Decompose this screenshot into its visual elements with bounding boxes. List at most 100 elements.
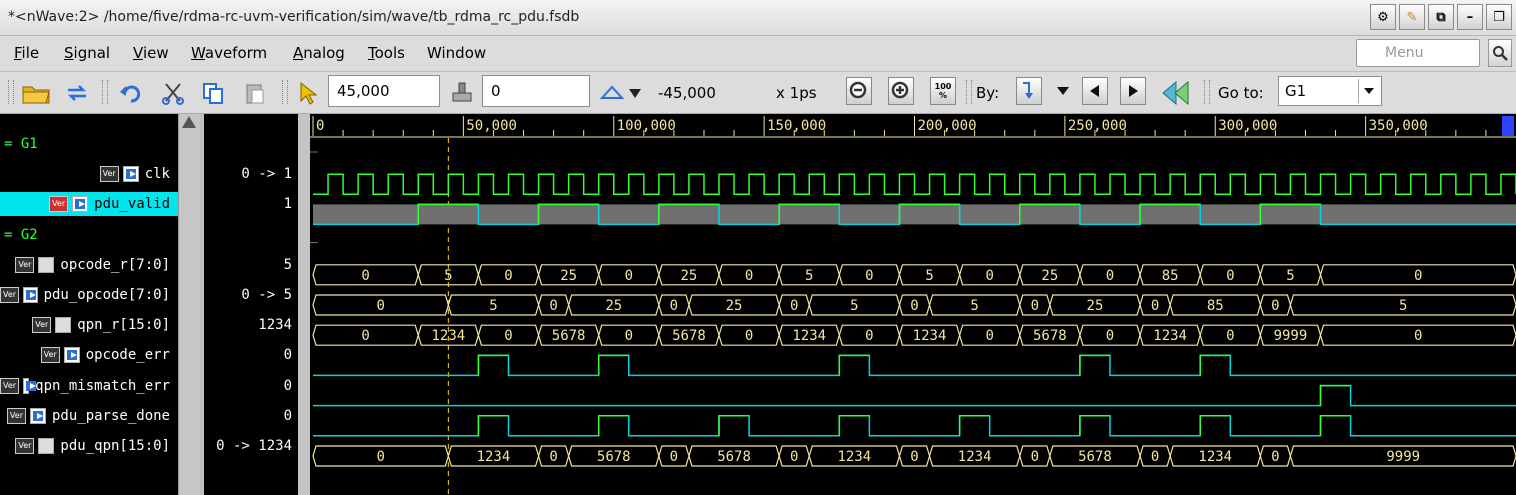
pdu-valid-fill	[313, 204, 1516, 225]
marker-time-value: 0	[491, 82, 501, 100]
ruler-label: 0	[316, 118, 324, 134]
signal-name-pane: = G1 Ver clk Ver pdu_valid = G2 Ver opcode_r[7:…	[0, 114, 178, 495]
signal-value: 0	[283, 377, 292, 394]
marker-time-field[interactable]: 0	[482, 75, 590, 107]
bus-value-label: 0	[1106, 268, 1114, 284]
bus-value-label: 5	[489, 298, 497, 314]
signal-row[interactable]: Ver qpn_r[15:0]	[0, 313, 178, 337]
signal-value: 0 -> 1	[241, 166, 292, 183]
verilog-icon: Ver	[49, 196, 69, 213]
signal-row[interactable]: Ver clk	[0, 162, 178, 186]
menu-waveform-label: aveform	[204, 44, 268, 62]
bus-value-label: 0	[549, 449, 557, 465]
bus-value-label: 25	[605, 298, 622, 314]
bus-value-label: 0	[361, 268, 369, 284]
signal-name: opcode_r[7:0]	[60, 256, 170, 273]
bus-value-label: 0	[1106, 328, 1114, 344]
signal-value: 0	[283, 347, 292, 364]
port-direction-icon	[38, 256, 55, 273]
menu-view[interactable]: View	[133, 44, 169, 62]
signal-value: 1	[283, 196, 292, 213]
waveform-pane[interactable]: 0 50,000 100,000 150,000 200,000 250,000 300,0…	[310, 114, 1516, 495]
menu-analog[interactable]: Analog	[293, 44, 345, 62]
waveform-canvas[interactable]: 0 50,000 100,000 150,000 200,000 250,000 300,0…	[310, 114, 1516, 495]
copy-icon[interactable]	[198, 79, 228, 107]
menu-signal[interactable]: Signal	[64, 44, 110, 62]
pin-icon[interactable]: ✎	[1399, 4, 1425, 30]
bus-value-label: 0	[1226, 268, 1234, 284]
bus-value-label: 5678	[552, 328, 586, 344]
signal-row[interactable]: Ver opcode_err	[0, 343, 178, 367]
signal-row[interactable]: Ver qpn_mismatch_err	[0, 374, 178, 398]
chevron-down-icon	[1358, 79, 1379, 103]
bus-value-label: 0	[1414, 268, 1422, 284]
open-folder-icon[interactable]	[20, 79, 52, 107]
menu-window-label: Window	[427, 44, 487, 62]
bus-value-label: 0	[790, 298, 798, 314]
toolbar-grip-4	[966, 80, 972, 104]
bus-value-label: 0	[670, 449, 678, 465]
toolbar-grip-3	[282, 80, 288, 104]
gear-icon[interactable]: ⚙	[1370, 4, 1396, 30]
menu-tools[interactable]: Tools	[368, 44, 405, 62]
goto-bookmark-icon[interactable]	[1158, 79, 1194, 107]
search-forward-icon[interactable]	[1120, 77, 1146, 105]
goto-select[interactable]: G1	[1278, 76, 1382, 106]
minimize-icon[interactable]: –	[1457, 4, 1483, 30]
menu-window[interactable]: Window	[427, 44, 486, 62]
menu-search-input[interactable]: Menu	[1356, 39, 1480, 67]
undo-icon[interactable]	[116, 79, 146, 107]
bus-value-label: 0	[790, 449, 798, 465]
signal-name: pdu_opcode[7:0]	[43, 287, 170, 303]
signal-row[interactable]: Ver pdu_parse_done	[0, 404, 178, 428]
ruler-label: 50,000	[466, 118, 517, 134]
tile-icon[interactable]: ⧉	[1428, 4, 1454, 30]
pointer-icon[interactable]	[294, 79, 320, 107]
marker-icon[interactable]	[448, 79, 476, 107]
delta-icon[interactable]	[598, 79, 648, 107]
bus-value-label: 5678	[597, 449, 631, 465]
search-by-icon[interactable]	[1016, 77, 1042, 105]
signal-row[interactable]: Ver pdu_valid	[0, 192, 178, 217]
ruler-label: 200,000	[918, 118, 977, 134]
port-direction-icon	[23, 377, 37, 394]
bus-value-label: 0	[745, 268, 753, 284]
window-title: *<nWave:2> /home/five/rdma-rc-uvm-verifi…	[8, 9, 580, 25]
signal-row[interactable]: Ver pdu_qpn[15:0]	[0, 434, 178, 458]
vertical-scrollbar[interactable]	[178, 114, 200, 495]
signal-group-label: = G2	[4, 226, 38, 243]
bus-value-label: 0	[361, 328, 369, 344]
zoom-in-icon[interactable]	[888, 77, 914, 105]
signal-group[interactable]: = G1	[4, 132, 38, 156]
ruler-label: 100,000	[617, 118, 676, 134]
bus-value-label: 0	[376, 298, 384, 314]
menu-tools-mnemonic: T	[368, 44, 375, 62]
cursor-time-field[interactable]: 45,000	[328, 75, 440, 107]
cut-icon[interactable]	[158, 79, 188, 107]
pane-divider-2[interactable]	[298, 114, 310, 495]
signal-row[interactable]: Ver pdu_opcode[7:0]	[0, 283, 178, 307]
menu-file[interactable]: File	[14, 44, 39, 62]
scroll-up-icon[interactable]	[182, 116, 196, 128]
zoom-out-icon[interactable]	[846, 77, 872, 105]
reload-icon[interactable]	[62, 79, 92, 107]
search-by-dropdown-icon[interactable]	[1054, 84, 1072, 98]
signal-row[interactable]: Ver opcode_r[7:0]	[0, 253, 178, 277]
by-label: By:	[976, 84, 1000, 102]
ruler-end-marker	[1502, 116, 1514, 136]
bus-value-label: 5	[805, 268, 813, 284]
bus-value-label: 85	[1207, 298, 1224, 314]
bus-value-label: 25	[726, 298, 743, 314]
search-icon[interactable]	[1488, 39, 1512, 67]
goto-select-value: G1	[1285, 82, 1307, 100]
menu-waveform[interactable]: Waveform	[191, 44, 267, 62]
signal-group[interactable]: = G2	[4, 223, 38, 247]
search-backward-icon[interactable]	[1082, 77, 1108, 105]
maximize-icon[interactable]: ❐	[1486, 4, 1512, 30]
menu-file-label: ile	[21, 44, 40, 62]
menu-waveform-mnemonic: W	[191, 44, 205, 62]
paste-icon[interactable]	[240, 79, 270, 107]
zoom-100-icon[interactable]: 100 %	[930, 77, 956, 105]
ruler-label: 250,000	[1068, 118, 1127, 134]
ruler-label: 150,000	[767, 118, 826, 134]
